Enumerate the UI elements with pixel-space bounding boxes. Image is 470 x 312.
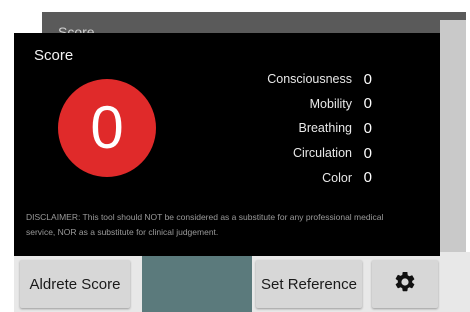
criteria-row-consciousness: Consciousness 0	[267, 67, 372, 92]
total-score-value: 0	[90, 94, 124, 161]
criteria-list: Consciousness 0 Mobility 0 Breathing 0 C…	[267, 67, 372, 190]
total-score-badge: 0	[58, 79, 156, 177]
criteria-value: 0	[363, 70, 372, 88]
aldrete-score-button[interactable]: Aldrete Score	[20, 260, 130, 308]
criteria-value: 0	[363, 119, 372, 137]
score-panel: Score 0 Consciousness 0 Mobility 0 Breat…	[14, 33, 440, 256]
bottom-bar-gap	[142, 252, 252, 312]
criteria-row-circulation: Circulation 0	[267, 141, 372, 166]
criteria-label: Circulation	[292, 146, 352, 161]
criteria-label: Mobility	[309, 96, 352, 111]
criteria-label: Consciousness	[267, 72, 352, 87]
criteria-label: Color	[322, 170, 352, 185]
gear-icon	[393, 270, 417, 298]
set-reference-button[interactable]: Set Reference	[256, 260, 362, 308]
criteria-value: 0	[363, 169, 372, 187]
criteria-row-color: Color 0	[267, 165, 372, 190]
criteria-row-breathing: Breathing 0	[267, 116, 372, 141]
settings-button[interactable]	[372, 260, 438, 308]
disclaimer-text: DISCLAIMER: This tool should NOT be cons…	[26, 212, 384, 237]
criteria-row-mobility: Mobility 0	[267, 92, 372, 117]
criteria-value: 0	[363, 144, 372, 162]
background-screen-edge	[440, 20, 466, 252]
criteria-value: 0	[363, 95, 372, 113]
score-panel-title: Score	[34, 47, 74, 64]
criteria-label: Breathing	[298, 121, 352, 136]
